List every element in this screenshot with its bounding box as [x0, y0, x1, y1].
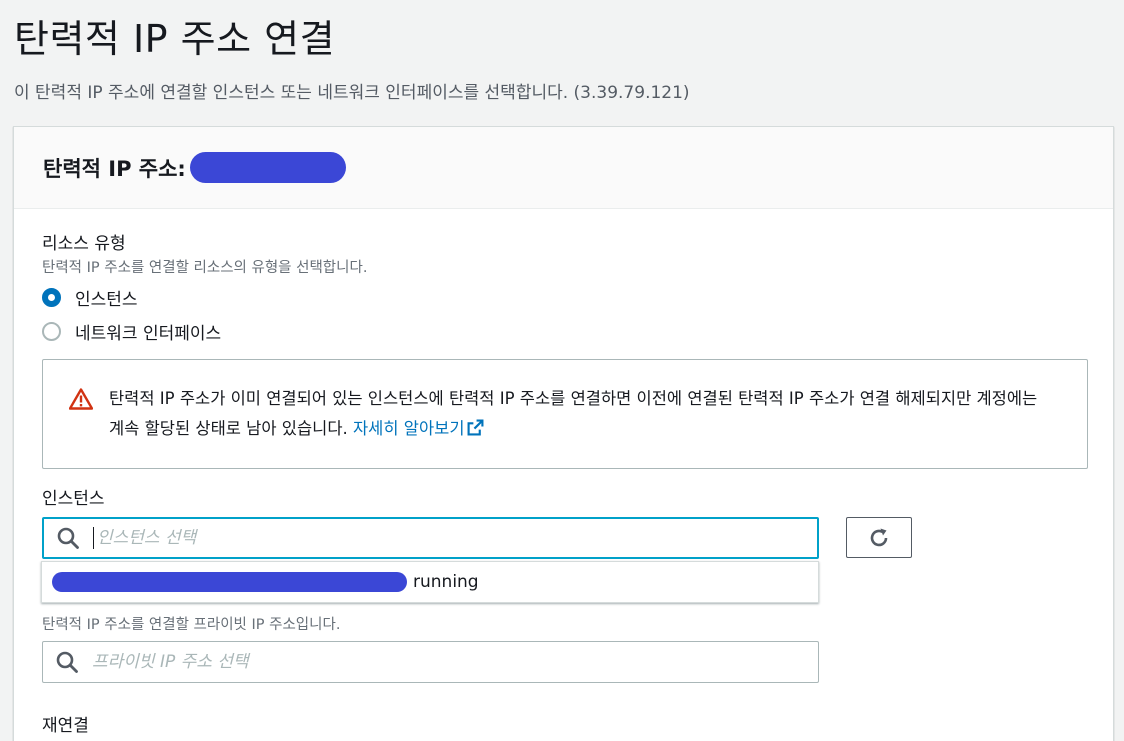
redacted-instance-id: [52, 572, 407, 592]
text-caret: [93, 527, 94, 549]
page-title: 탄력적 IP 주소 연결: [14, 17, 336, 61]
reassociation-label: 재연결: [42, 716, 89, 736]
private-ip-description: 탄력적 IP 주소를 연결할 프라이빗 IP 주소입니다.: [42, 617, 341, 633]
radio-network-interface-label: 네트워크 인터페이스: [75, 324, 222, 344]
external-link-icon: [467, 419, 483, 436]
radio-network-interface[interactable]: 네트워크 인터페이스: [42, 319, 221, 344]
instance-search-input[interactable]: [42, 517, 819, 559]
instance-status: running: [413, 572, 479, 592]
alert-text: 탄력적 IP 주소가 이미 연결되어 있는 인스턴스에 탄력적 IP 주소를 연…: [109, 389, 1038, 438]
panel-header: 탄력적 IP 주소:: [14, 127, 1113, 209]
instance-label: 인스턴스: [42, 489, 105, 509]
warning-icon: [69, 388, 93, 410]
learn-more-link[interactable]: 자세히 알아보기: [353, 419, 484, 438]
radio-button-checked[interactable]: [42, 288, 61, 307]
search-icon: [57, 527, 79, 549]
resource-type-label: 리소스 유형: [42, 234, 126, 254]
private-ip-select-field[interactable]: [92, 652, 772, 672]
page-description: 이 탄력적 IP 주소에 연결할 인스턴스 또는 네트워크 인터페이스를 선택합…: [14, 83, 690, 103]
refresh-icon: [870, 528, 888, 546]
resource-type-description: 탄력적 IP 주소를 연결할 리소스의 유형을 선택합니다.: [42, 260, 368, 276]
associate-panel: 탄력적 IP 주소: 리소스 유형 탄력적 IP 주소를 연결할 리소스의 유형…: [13, 126, 1114, 741]
radio-button-unchecked[interactable]: [42, 322, 61, 341]
panel-header-title: 탄력적 IP 주소:: [43, 156, 186, 181]
warning-alert: 탄력적 IP 주소가 이미 연결되어 있는 인스턴스에 탄력적 IP 주소를 연…: [42, 359, 1088, 469]
radio-instance-label: 인스턴스: [75, 290, 138, 310]
refresh-button[interactable]: [846, 517, 912, 558]
radio-instance[interactable]: 인스턴스: [42, 285, 138, 310]
private-ip-search-input[interactable]: [42, 641, 819, 683]
instance-select-field[interactable]: [97, 528, 777, 548]
instance-dropdown-option[interactable]: running: [41, 561, 819, 603]
learn-more-link-text[interactable]: 자세히 알아보기: [353, 419, 465, 438]
redacted-ip-address: [189, 152, 346, 183]
search-icon: [56, 651, 78, 673]
